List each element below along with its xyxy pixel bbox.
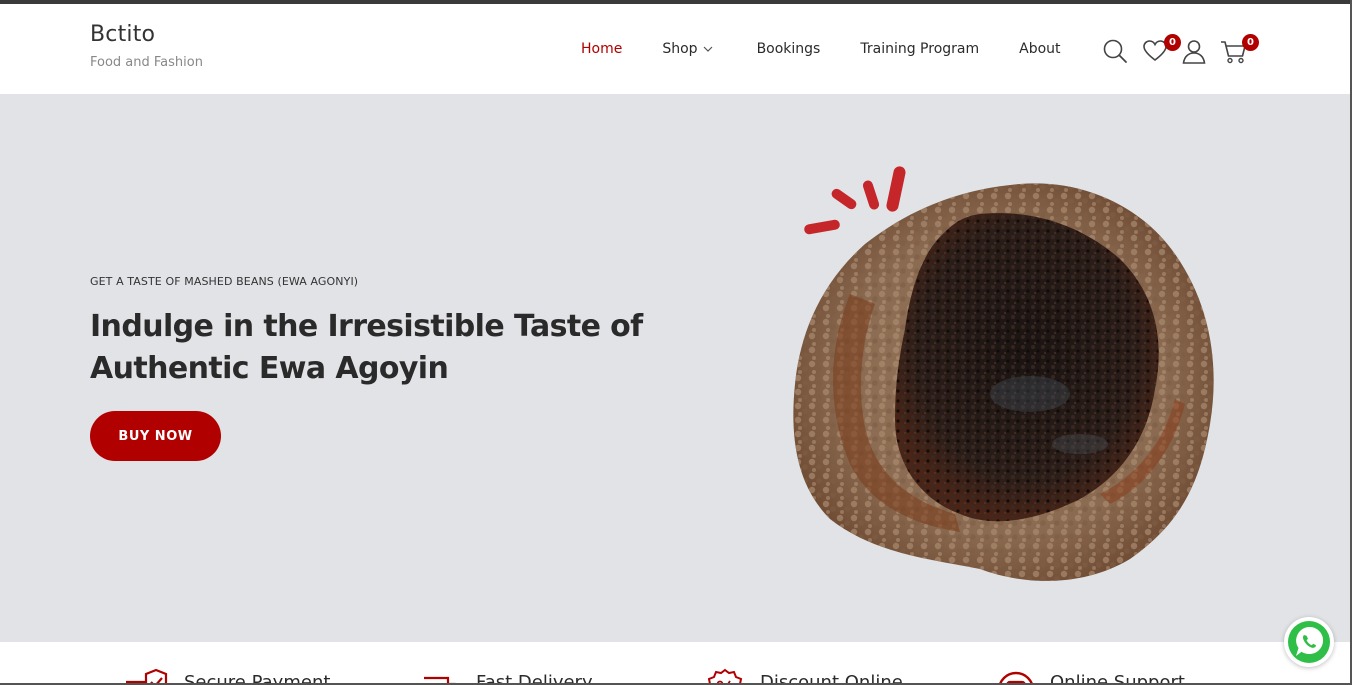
nav-item-training-program[interactable]: Training Program <box>860 41 979 57</box>
header-icons: 0 0 <box>1102 34 1262 66</box>
nav-item-about[interactable]: About <box>1019 41 1060 57</box>
hero-banner: GET A TASTE OF MASHED BEANS (EWA AGONYI)… <box>0 94 1350 642</box>
hero-headline-line-1: Indulge in the Irresistible Taste of <box>90 309 643 344</box>
nav-item-home[interactable]: Home <box>581 41 622 57</box>
nav-item-label: About <box>1019 41 1061 57</box>
cart-count-badge: 0 <box>1242 34 1259 51</box>
brand[interactable]: Bctito Food and Fashion <box>90 22 203 70</box>
brand-tagline: Food and Fashion <box>90 55 203 70</box>
hero-headline: Indulge in the Irresistible Taste of Aut… <box>90 306 650 390</box>
nav-item-label: Bookings <box>756 41 821 57</box>
user-icon[interactable] <box>1181 38 1207 64</box>
ewa-agoyin-dish-image <box>793 166 1214 581</box>
chevron-down-icon <box>703 46 712 52</box>
whatsapp-icon <box>1288 621 1330 663</box>
decorative-accent-strokes <box>804 166 906 235</box>
nav-item-label: Home <box>581 41 623 57</box>
buy-now-button[interactable]: BUY NOW <box>90 411 221 461</box>
nav-item-shop[interactable]: Shop <box>662 41 712 57</box>
main-nav: Home Shop Bookings Training Program Abou… <box>581 41 1061 57</box>
nav-item-label: Training Program <box>860 41 980 57</box>
wishlist-count-badge: 0 <box>1164 34 1181 51</box>
site-header: Bctito Food and Fashion Home Shop Bookin… <box>0 4 1350 94</box>
nav-item-label: Shop <box>662 41 698 57</box>
brand-name[interactable]: Bctito <box>90 22 203 47</box>
whatsapp-chat-button[interactable] <box>1284 617 1334 667</box>
search-icon[interactable] <box>1102 38 1128 64</box>
features-strip: Secure Payment Fast Delivery Discount On… <box>0 642 1350 685</box>
hero-headline-line-2: Authentic Ewa Agoyin <box>90 351 449 386</box>
nav-item-bookings[interactable]: Bookings <box>757 41 821 57</box>
hero-eyebrow: GET A TASTE OF MASHED BEANS (EWA AGONYI) <box>90 275 359 288</box>
